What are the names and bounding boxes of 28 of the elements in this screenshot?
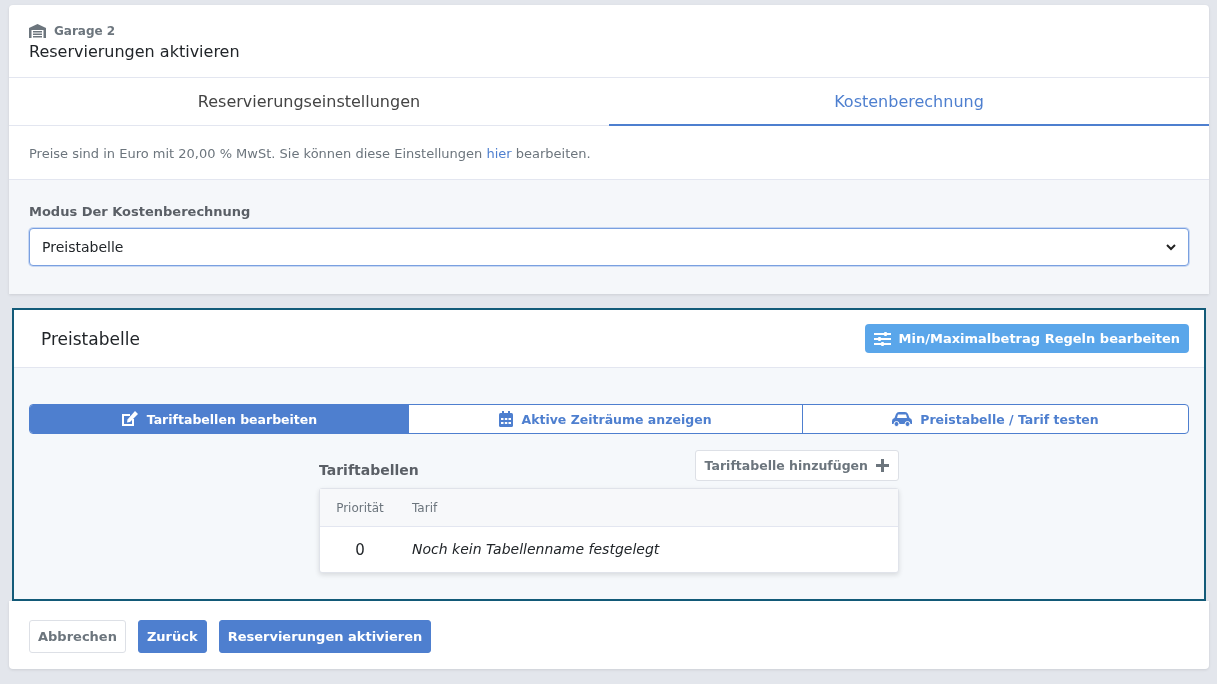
field-label: Modus Der Kostenberechnung — [29, 204, 252, 219]
view-tab[interactable]: Preistabelle / Tarif testen — [802, 405, 1188, 433]
edit-icon — [120, 411, 139, 427]
car-icon — [892, 411, 913, 427]
tariff-cell: Noch kein Tabellenname festgelegt — [412, 541, 660, 559]
page-title: Reservierungen aktivieren — [29, 42, 241, 61]
footer-button[interactable]: Abbrechen — [29, 620, 126, 653]
tab[interactable]: Reservierungseinstellungen — [9, 78, 609, 126]
mode-select[interactable]: Preistabelle — [29, 228, 1189, 266]
sliders-icon — [873, 331, 891, 346]
panel-title: Preistabelle — [41, 328, 140, 349]
column-header: Priorität — [335, 501, 385, 515]
column-header: Tarif — [412, 501, 438, 515]
section-title: Tariftabellen — [319, 462, 419, 480]
garage-name: Garage 2 — [54, 24, 116, 38]
priority-cell-text: 0 — [354, 541, 366, 559]
view-tab[interactable]: Aktive Zeiträume anzeigen — [408, 405, 802, 433]
plus-icon — [876, 459, 889, 472]
garage-icon — [29, 24, 46, 38]
footer-button[interactable]: Reservierungen aktivieren — [218, 620, 432, 653]
view-tab[interactable]: Tariftabellen bearbeiten — [30, 405, 408, 433]
chevron-down-icon — [1166, 243, 1176, 251]
rules-button[interactable]: Min/Maximalbetrag Regeln bearbeiten — [864, 324, 1189, 353]
footer-button[interactable]: Zurück — [137, 620, 207, 653]
add-table-button[interactable]: Tariftabelle hinzufügen — [694, 450, 899, 481]
tab[interactable]: Kostenberechnung — [609, 78, 1209, 126]
calendar-icon — [499, 411, 514, 427]
edit-link[interactable]: hier — [486, 146, 512, 161]
